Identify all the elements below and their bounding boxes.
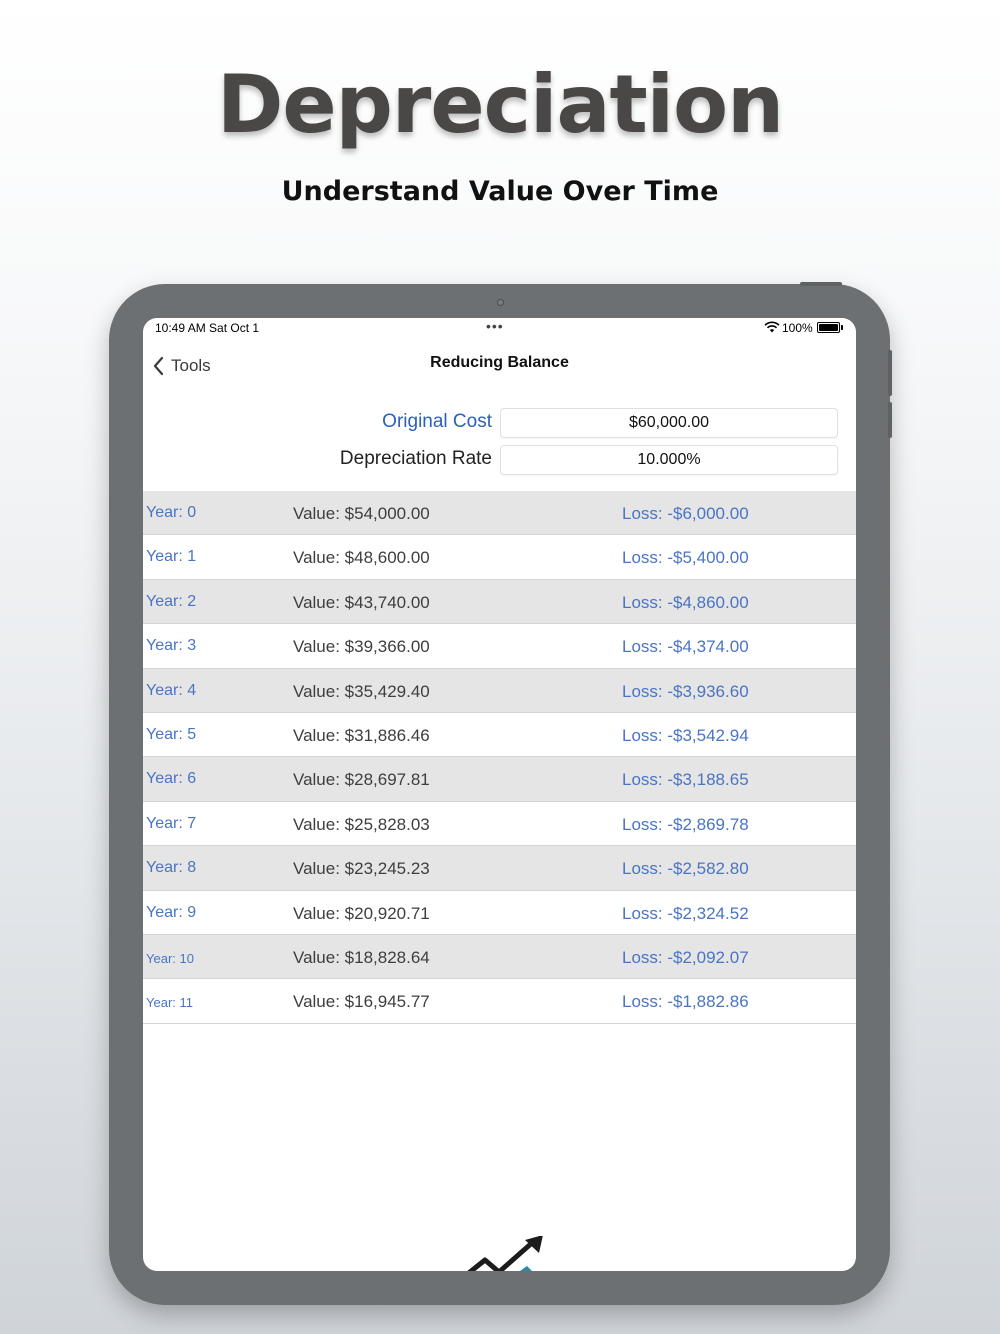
original-cost-label[interactable]: Original Cost xyxy=(382,411,492,433)
trend-arrow-logo-icon xyxy=(467,1236,543,1271)
battery-percent: 100% xyxy=(782,321,813,335)
value-cell: Value: $39,366.00 xyxy=(293,637,430,657)
table-row[interactable]: Year: 6 Value: $28,697.81 Loss: -$3,188.… xyxy=(143,757,856,802)
year-cell: Year: 10 xyxy=(146,950,194,966)
year-cell: Year: 2 xyxy=(146,592,197,610)
loss-cell: Loss: -$2,324.52 xyxy=(622,903,749,923)
year-cell: Year: 4 xyxy=(146,681,197,699)
depreciation-rate-field[interactable]: 10.000% xyxy=(500,445,838,475)
value-cell: Value: $31,886.46 xyxy=(293,725,430,745)
loss-cell: Loss: -$4,374.00 xyxy=(622,637,749,657)
year-cell: Year: 6 xyxy=(146,770,197,788)
table-row[interactable]: Year: 10 Value: $18,828.64 Loss: -$2,092… xyxy=(143,934,856,980)
status-time: 10:49 AM Sat Oct 1 xyxy=(155,321,260,335)
app-screen: 10:49 AM Sat Oct 1 ••• 100% Tools Reduci… xyxy=(143,318,856,1271)
status-bar: 10:49 AM Sat Oct 1 ••• 100% xyxy=(143,318,856,338)
original-cost-field[interactable]: $60,000.00 xyxy=(500,408,838,438)
value-cell: Value: $25,828.03 xyxy=(293,814,430,834)
table-row[interactable]: Year: 9 Value: $20,920.71 Loss: -$2,324.… xyxy=(143,890,856,935)
loss-cell: Loss: -$3,936.60 xyxy=(622,681,749,701)
table-row[interactable]: Year: 3 Value: $39,366.00 Loss: -$4,374.… xyxy=(143,624,856,669)
value-cell: Value: $16,945.77 xyxy=(293,992,430,1012)
year-cell: Year: 11 xyxy=(146,995,193,1011)
tablet-top-button xyxy=(800,282,842,286)
table-row[interactable]: Year: 11 Value: $16,945.77 Loss: -$1,882… xyxy=(143,979,856,1024)
value-cell: Value: $23,245.23 xyxy=(293,859,430,879)
value-cell: Value: $28,697.81 xyxy=(293,770,430,790)
loss-cell: Loss: -$3,542.94 xyxy=(622,725,749,745)
original-cost-row: Original Cost $60,000.00 xyxy=(143,408,856,438)
value-cell: Value: $48,600.00 xyxy=(293,548,430,568)
table-row[interactable]: Year: 0 Value: $54,000.00 Loss: -$6,000.… xyxy=(143,491,856,536)
loss-cell: Loss: -$2,869.78 xyxy=(622,814,749,834)
loss-cell: Loss: -$2,092.07 xyxy=(622,947,749,967)
year-cell: Year: 1 xyxy=(146,548,197,566)
table-row[interactable]: Year: 2 Value: $43,740.00 Loss: -$4,860.… xyxy=(143,579,856,625)
subheadline: Understand Value Over Time xyxy=(281,176,719,207)
year-cell: Year: 5 xyxy=(146,725,197,743)
year-cell: Year: 7 xyxy=(146,814,197,832)
tablet-volume-down-button xyxy=(888,402,892,438)
table-row[interactable]: Year: 7 Value: $25,828.03 Loss: -$2,869.… xyxy=(143,801,856,847)
value-cell: Value: $20,920.71 xyxy=(293,903,430,923)
page-title: Reducing Balance xyxy=(430,354,569,371)
tablet-volume-up-button xyxy=(888,350,892,396)
year-cell: Year: 8 xyxy=(146,859,197,877)
loss-cell: Loss: -$3,188.65 xyxy=(622,770,749,790)
value-cell: Value: $43,740.00 xyxy=(293,592,430,612)
camera-icon xyxy=(497,299,504,306)
depreciation-schedule-table: Year: 0 Value: $54,000.00 Loss: -$6,000.… xyxy=(143,491,856,1024)
year-cell: Year: 3 xyxy=(146,637,197,655)
year-cell: Year: 9 xyxy=(146,903,197,921)
table-row[interactable]: Year: 5 Value: $31,886.46 Loss: -$3,542.… xyxy=(143,712,856,758)
loss-cell: Loss: -$4,860.00 xyxy=(622,592,749,612)
table-row[interactable]: Year: 8 Value: $23,245.23 Loss: -$2,582.… xyxy=(143,846,856,891)
value-cell: Value: $54,000.00 xyxy=(293,504,430,523)
multitasking-dots-icon[interactable]: ••• xyxy=(486,318,504,334)
wifi-icon xyxy=(764,321,780,333)
depreciation-rate-row: Depreciation Rate 10.000% xyxy=(143,445,856,475)
value-cell: Value: $18,828.64 xyxy=(293,947,430,967)
loss-cell: Loss: -$5,400.00 xyxy=(622,548,749,568)
loss-cell: Loss: -$2,582.80 xyxy=(622,859,749,879)
value-cell: Value: $35,429.40 xyxy=(293,681,430,701)
loss-cell: Loss: -$1,882.86 xyxy=(622,992,749,1012)
navigation-bar: Tools Reducing Balance xyxy=(143,346,856,386)
headline: Depreciation xyxy=(216,58,784,151)
battery-icon xyxy=(817,322,843,333)
depreciation-rate-label: Depreciation Rate xyxy=(339,448,492,469)
table-row[interactable]: Year: 4 Value: $35,429.40 Loss: -$3,936.… xyxy=(143,668,856,713)
loss-cell: Loss: -$6,000.00 xyxy=(622,504,749,523)
table-row[interactable]: Year: 1 Value: $48,600.00 Loss: -$5,400.… xyxy=(143,535,856,580)
year-cell: Year: 0 xyxy=(146,504,197,521)
